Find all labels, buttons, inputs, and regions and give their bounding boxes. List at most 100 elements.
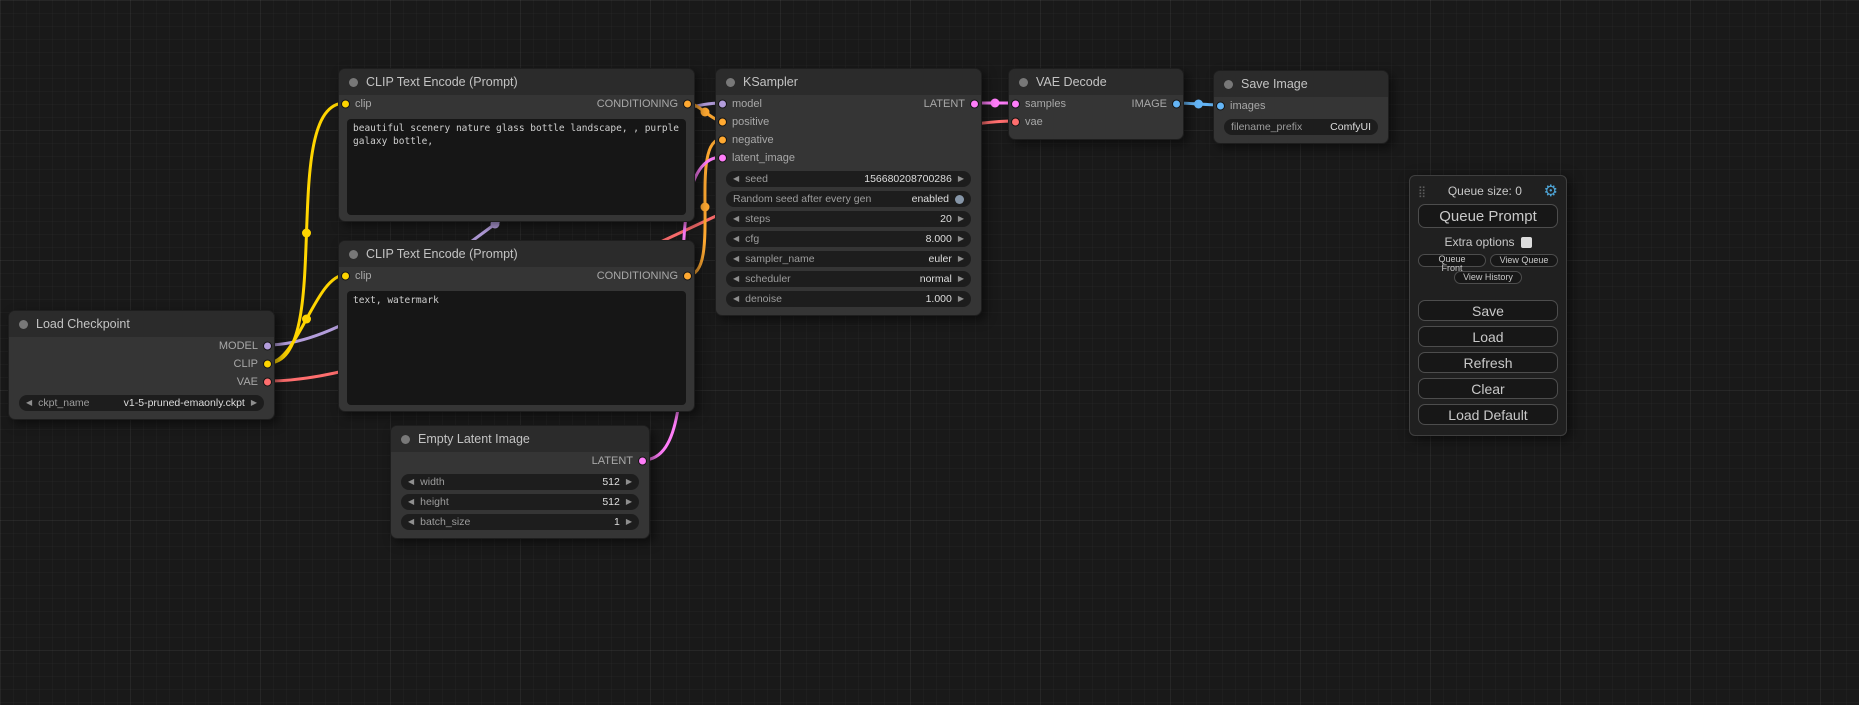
input-slot-model[interactable]: [718, 100, 727, 109]
collapse-dot-icon[interactable]: [726, 78, 735, 87]
link-midpoint-dot[interactable]: [701, 108, 710, 117]
drag-handle-icon[interactable]: ⣿: [1418, 186, 1426, 197]
decrement-arrow-icon[interactable]: ◀: [408, 518, 414, 526]
increment-arrow-icon[interactable]: ▶: [958, 235, 964, 243]
queue-front-button[interactable]: Queue Front: [1418, 254, 1486, 267]
view-history-button[interactable]: View History: [1454, 271, 1522, 284]
node-title-bar[interactable]: Save Image: [1214, 71, 1388, 97]
decrement-arrow-icon[interactable]: ◀: [408, 478, 414, 486]
output-slot-model[interactable]: [263, 342, 272, 351]
load-button[interactable]: Load: [1418, 326, 1558, 347]
next-arrow-icon[interactable]: ▶: [958, 255, 964, 263]
collapse-dot-icon[interactable]: [349, 250, 358, 259]
settings-gear-icon[interactable]: ⚙: [1544, 183, 1558, 199]
node-vae-decode[interactable]: VAE Decode samples IMAGE vae: [1008, 68, 1184, 140]
output-slot-latent[interactable]: [638, 457, 647, 466]
decrement-arrow-icon[interactable]: ◀: [733, 235, 739, 243]
collapse-dot-icon[interactable]: [1224, 80, 1233, 89]
node-ksampler[interactable]: KSampler model LATENT positive negative …: [715, 68, 982, 316]
widget-sampler-name[interactable]: ◀ sampler_name euler ▶: [726, 251, 971, 267]
node-title: Load Checkpoint: [36, 317, 130, 331]
node-title-bar[interactable]: CLIP Text Encode (Prompt): [339, 241, 694, 267]
widget-denoise[interactable]: ◀ denoise 1.000 ▶: [726, 291, 971, 307]
widget-width[interactable]: ◀ width 512 ▶: [401, 474, 639, 490]
decrement-arrow-icon[interactable]: ◀: [733, 215, 739, 223]
widget-ckpt-name[interactable]: ◀ ckpt_name v1-5-pruned-emaonly.ckpt ▶: [19, 395, 264, 411]
view-queue-button[interactable]: View Queue: [1490, 254, 1558, 267]
input-slot-images[interactable]: [1216, 102, 1225, 111]
node-title-bar[interactable]: Empty Latent Image: [391, 426, 649, 452]
slot-row: LATENT: [391, 452, 649, 470]
refresh-button[interactable]: Refresh: [1418, 352, 1558, 373]
node-load-checkpoint[interactable]: Load Checkpoint MODEL CLIP VAE ◀ ckpt_na…: [8, 310, 275, 420]
node-title-bar[interactable]: Load Checkpoint: [9, 311, 274, 337]
queue-size-label: Queue size: 0: [1426, 184, 1544, 198]
collapse-dot-icon[interactable]: [1019, 78, 1028, 87]
node-clip-text-encode-negative[interactable]: CLIP Text Encode (Prompt) clip CONDITION…: [338, 240, 695, 412]
widget-height[interactable]: ◀ height 512 ▶: [401, 494, 639, 510]
increment-arrow-icon[interactable]: ▶: [626, 498, 632, 506]
link-midpoint-dot[interactable]: [302, 229, 311, 238]
link-midpoint-dot[interactable]: [991, 99, 1000, 108]
prompt-textarea[interactable]: text, watermark: [347, 291, 686, 405]
output-slot-conditioning[interactable]: [683, 272, 692, 281]
slot-row: VAE: [9, 373, 274, 391]
output-slot-vae[interactable]: [263, 378, 272, 387]
input-slot-vae[interactable]: [1011, 118, 1020, 127]
node-save-image[interactable]: Save Image images filename_prefix ComfyU…: [1213, 70, 1389, 144]
toggle-knob[interactable]: [955, 195, 964, 204]
widget-cfg[interactable]: ◀ cfg 8.000 ▶: [726, 231, 971, 247]
widget-scheduler[interactable]: ◀ scheduler normal ▶: [726, 271, 971, 287]
prev-arrow-icon[interactable]: ◀: [733, 275, 739, 283]
node-title: Empty Latent Image: [418, 432, 530, 446]
link-midpoint-dot[interactable]: [1194, 100, 1203, 109]
input-slot-samples[interactable]: [1011, 100, 1020, 109]
increment-arrow-icon[interactable]: ▶: [958, 295, 964, 303]
input-label-latent-image: latent_image: [732, 152, 795, 164]
input-slot-negative[interactable]: [718, 136, 727, 145]
next-arrow-icon[interactable]: ▶: [251, 399, 257, 407]
node-clip-text-encode-positive[interactable]: CLIP Text Encode (Prompt) clip CONDITION…: [338, 68, 695, 222]
output-slot-latent[interactable]: [970, 100, 979, 109]
node-title-bar[interactable]: CLIP Text Encode (Prompt): [339, 69, 694, 95]
clear-button[interactable]: Clear: [1418, 378, 1558, 399]
input-slot-clip[interactable]: [341, 100, 350, 109]
save-button[interactable]: Save: [1418, 300, 1558, 321]
node-title-bar[interactable]: VAE Decode: [1009, 69, 1183, 95]
widget-batch-size[interactable]: ◀ batch_size 1 ▶: [401, 514, 639, 530]
collapse-dot-icon[interactable]: [349, 78, 358, 87]
increment-arrow-icon[interactable]: ▶: [626, 478, 632, 486]
next-arrow-icon[interactable]: ▶: [958, 275, 964, 283]
load-default-button[interactable]: Load Default: [1418, 404, 1558, 425]
output-slot-image[interactable]: [1172, 100, 1181, 109]
widget-seed[interactable]: ◀ seed 156680208700286 ▶: [726, 171, 971, 187]
collapse-dot-icon[interactable]: [19, 320, 28, 329]
prev-arrow-icon[interactable]: ◀: [733, 255, 739, 263]
decrement-arrow-icon[interactable]: ◀: [408, 498, 414, 506]
widget-random-seed-toggle[interactable]: Random seed after every gen enabled: [726, 191, 971, 207]
graph-canvas[interactable]: Load Checkpoint MODEL CLIP VAE ◀ ckpt_na…: [0, 0, 1859, 705]
widget-filename-prefix[interactable]: filename_prefix ComfyUI: [1224, 119, 1378, 135]
widget-label: width: [420, 477, 445, 488]
link-midpoint-dot[interactable]: [701, 203, 710, 212]
input-slot-latent-image[interactable]: [718, 154, 727, 163]
input-slot-clip[interactable]: [341, 272, 350, 281]
increment-arrow-icon[interactable]: ▶: [626, 518, 632, 526]
prompt-textarea[interactable]: beautiful scenery nature glass bottle la…: [347, 119, 686, 215]
widget-steps[interactable]: ◀ steps 20 ▶: [726, 211, 971, 227]
prev-arrow-icon[interactable]: ◀: [26, 399, 32, 407]
collapse-dot-icon[interactable]: [401, 435, 410, 444]
queue-prompt-button[interactable]: Queue Prompt: [1418, 204, 1558, 228]
input-slot-positive[interactable]: [718, 118, 727, 127]
decrement-arrow-icon[interactable]: ◀: [733, 295, 739, 303]
increment-arrow-icon[interactable]: ▶: [958, 215, 964, 223]
extra-options-checkbox[interactable]: [1521, 237, 1532, 248]
decrement-arrow-icon[interactable]: ◀: [733, 175, 739, 183]
increment-arrow-icon[interactable]: ▶: [958, 175, 964, 183]
link-midpoint-dot[interactable]: [302, 315, 311, 324]
output-slot-clip[interactable]: [263, 360, 272, 369]
node-title-bar[interactable]: KSampler: [716, 69, 981, 95]
node-empty-latent-image[interactable]: Empty Latent Image LATENT ◀ width 512 ▶ …: [390, 425, 650, 539]
output-slot-conditioning[interactable]: [683, 100, 692, 109]
widget-value: v1-5-pruned-emaonly.ckpt: [96, 398, 245, 409]
